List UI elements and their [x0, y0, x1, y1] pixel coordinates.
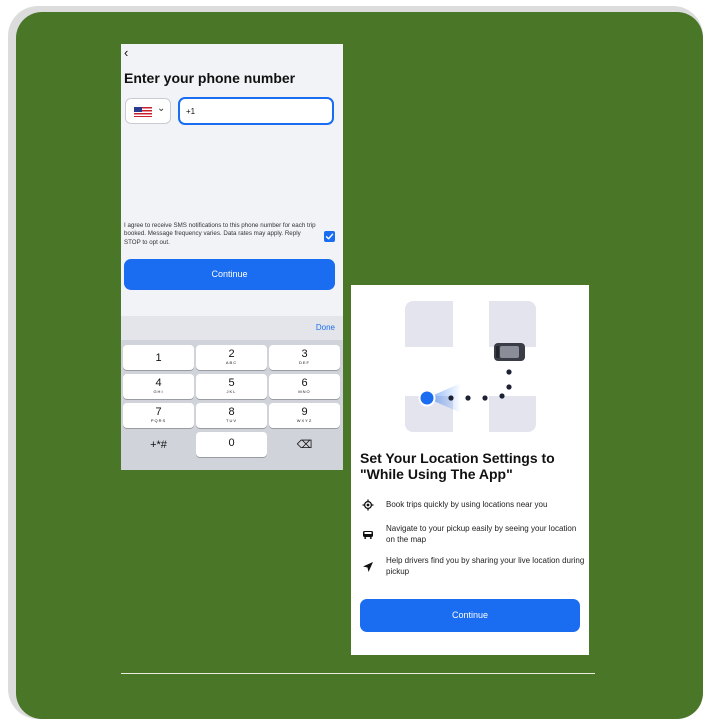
car-icon	[363, 531, 373, 539]
car-icon	[494, 343, 525, 361]
key-3[interactable]: 3 DEF	[269, 345, 340, 370]
feature-text: Navigate to your pickup easily by seeing…	[386, 524, 577, 544]
map-route-graphic	[418, 343, 525, 413]
feature-text: Help drivers find you by sharing your li…	[386, 556, 585, 576]
divider-line	[121, 673, 595, 674]
sms-consent-checkbox[interactable]	[324, 231, 335, 242]
key-7[interactable]: 7 PQRS	[123, 403, 194, 428]
navigation-arrow-icon	[363, 562, 373, 572]
location-settings-screen: Set Your Location Settings to "While Usi…	[351, 285, 589, 655]
chevron-down-icon: ⌄	[157, 103, 166, 114]
user-location-dot	[420, 391, 434, 405]
continue-button[interactable]: Continue	[124, 259, 335, 290]
key-symbols[interactable]: +*#	[123, 432, 194, 457]
key-0[interactable]: 0	[196, 432, 267, 457]
done-button[interactable]: Done	[316, 323, 335, 332]
key-1[interactable]: 1	[123, 345, 194, 370]
phone-number-input[interactable]	[178, 97, 334, 125]
key-8[interactable]: 8 TUV	[196, 403, 267, 428]
key-2[interactable]: 2 ABC	[196, 345, 267, 370]
page-title: Enter your phone number	[124, 70, 296, 86]
backspace-icon: ⌫	[296, 439, 313, 451]
location-target-icon	[362, 499, 374, 511]
backspace-key[interactable]: ⌫	[269, 432, 340, 457]
feature-text: Book trips quickly by using locations ne…	[386, 500, 548, 509]
key-4[interactable]: 4 GHI	[123, 374, 194, 399]
key-9[interactable]: 9 WXYZ	[269, 403, 340, 428]
sms-consent-text: I agree to receive SMS notifications to …	[124, 222, 316, 246]
map-illustration	[405, 301, 536, 432]
back-icon[interactable]: ‹	[124, 45, 128, 60]
numeric-keypad: 1 2 ABC 3 DEF 4 GHI 5 JKL 6 MNO 7 PQRS 8 TUV 9W…	[121, 340, 343, 470]
phone-number-screen: ‹ Enter your phone number ⌄ I agree to r…	[121, 44, 343, 470]
key-6[interactable]: 6 MNO	[269, 374, 340, 399]
location-title: Set Your Location Settings to "While Usi…	[360, 450, 555, 482]
checkmark-icon	[325, 233, 334, 240]
location-continue-button[interactable]: Continue	[360, 599, 580, 632]
us-flag-icon	[134, 107, 152, 117]
key-5[interactable]: 5 JKL	[196, 374, 267, 399]
country-selector[interactable]: ⌄	[125, 98, 171, 124]
keyboard-toolbar: Done	[121, 316, 343, 340]
